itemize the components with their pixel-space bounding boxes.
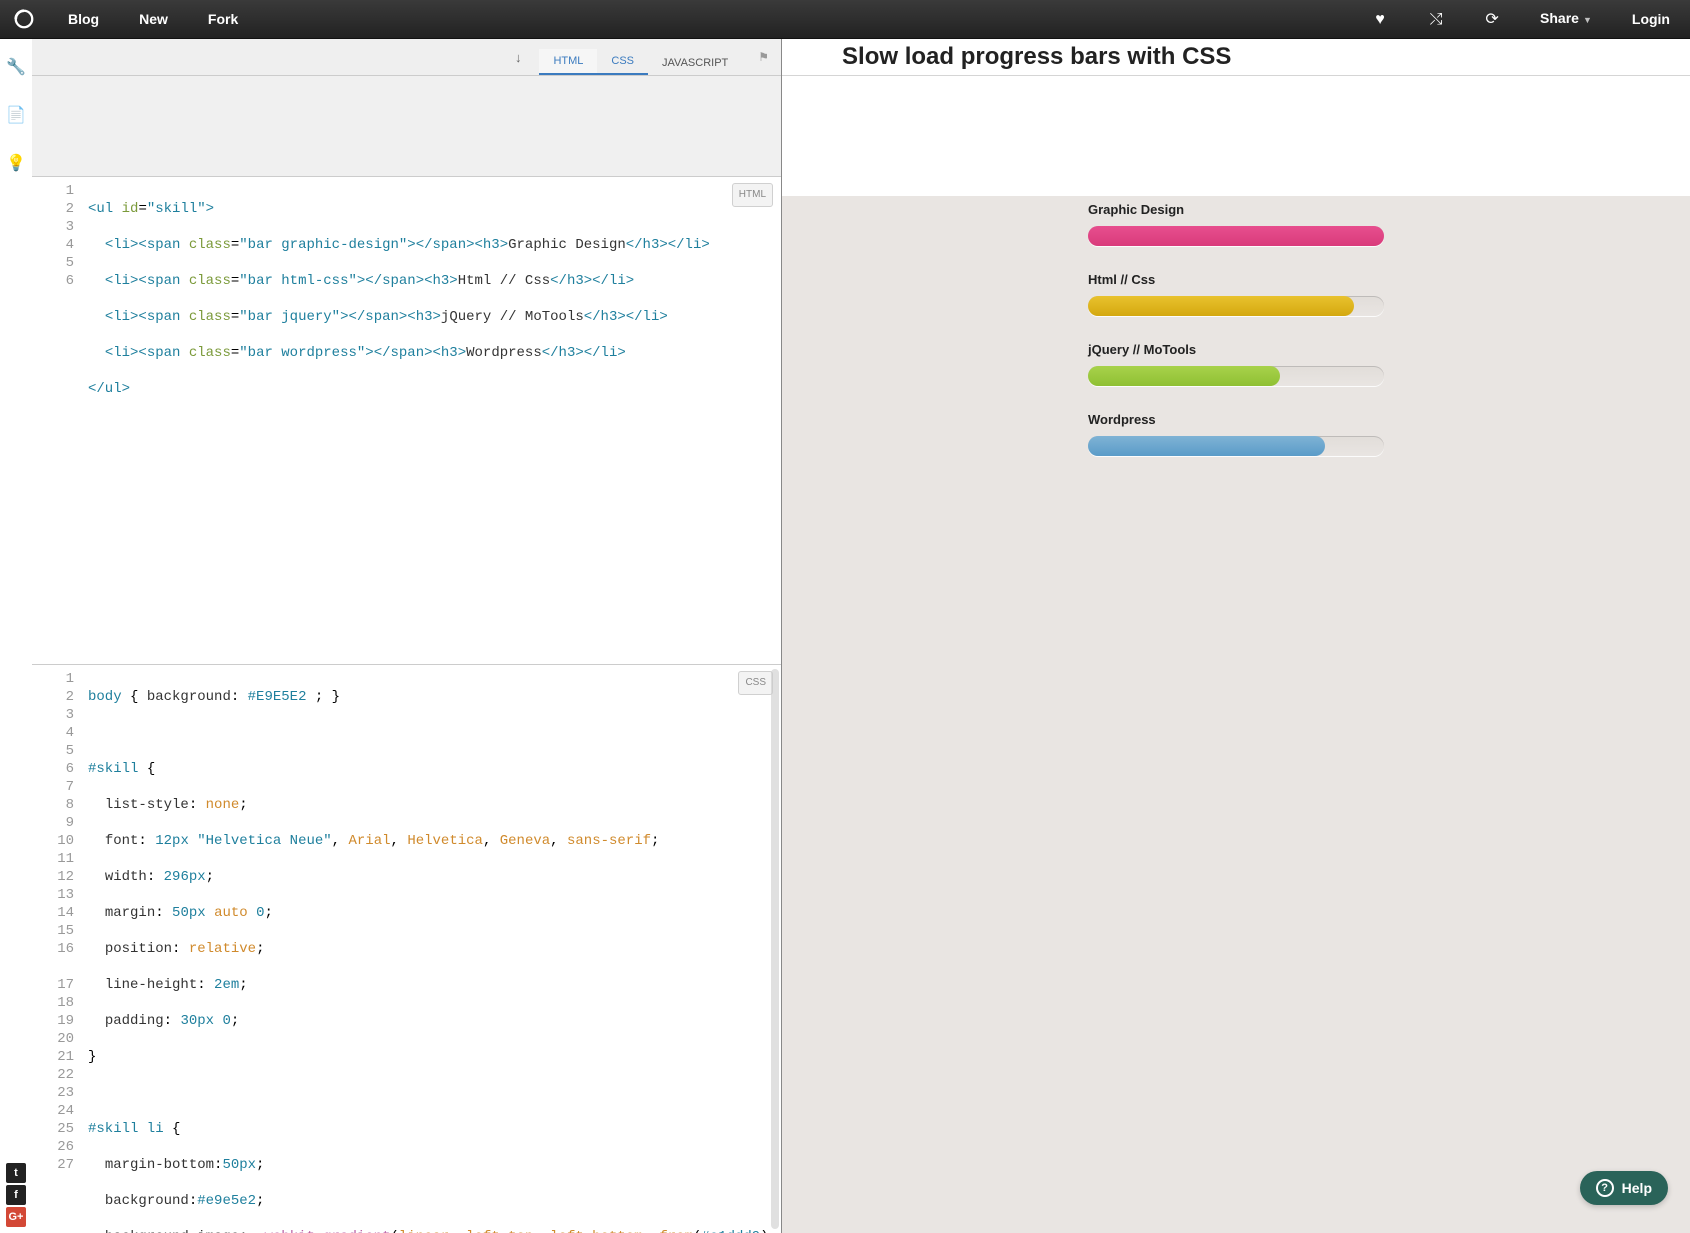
social-share: t f G+ [6, 1163, 26, 1227]
tab-javascript[interactable]: JAVASCRIPT [648, 51, 742, 75]
facebook-icon[interactable]: f [6, 1185, 26, 1205]
progress-bar-html-css [1088, 296, 1354, 316]
nav-left: Blog New Fork [48, 0, 258, 39]
topbar: Blog New Fork ♥ ⤭ ⟳ Share▼ Login [0, 0, 1690, 39]
nav-fork[interactable]: Fork [188, 0, 258, 39]
help-button[interactable]: ? Help [1580, 1171, 1668, 1205]
login-button[interactable]: Login [1612, 0, 1690, 39]
html-code[interactable]: <ul id="skill"> <li><span class="bar gra… [84, 177, 781, 664]
skill-item: Wordpress [1088, 436, 1384, 456]
skill-item: Graphic Design [1088, 226, 1384, 246]
pane-label-css: CSS [738, 671, 773, 695]
tab-html[interactable]: HTML [539, 49, 597, 75]
preview-title: Slow load progress bars with CSS [842, 43, 1231, 71]
wrench-icon[interactable]: 🔧 [6, 57, 26, 77]
twitter-icon[interactable]: t [6, 1163, 26, 1183]
html-editor[interactable]: HTML 123456 <ul id="skill"> <li><span cl… [32, 176, 781, 664]
css-editor[interactable]: CSS 12345678910111213141516 171819202122… [32, 664, 781, 1233]
download-icon[interactable]: ↓ [515, 50, 522, 65]
nav-blog[interactable]: Blog [48, 0, 119, 39]
logo[interactable] [0, 8, 48, 30]
editor-tabs: ↓ HTML CSS JAVASCRIPT ⚑ [32, 39, 781, 76]
skill-label: jQuery // MoTools [1088, 342, 1196, 357]
skill-label: Wordpress [1088, 412, 1156, 427]
flag-icon[interactable]: ⚑ [758, 50, 769, 64]
skill-list: Graphic Design Html // Css jQuery // MoT… [1088, 196, 1384, 536]
skill-label: Html // Css [1088, 272, 1155, 287]
nav-new[interactable]: New [119, 0, 188, 39]
cssdeck-logo-icon [13, 8, 35, 30]
tab-css[interactable]: CSS [597, 49, 648, 75]
document-icon[interactable]: 📄 [6, 105, 26, 125]
css-code[interactable]: body { background: #E9E5E2 ; } #skill { … [84, 665, 781, 1233]
heart-icon[interactable]: ♥ [1352, 0, 1408, 39]
shuffle-icon[interactable]: ⤭ [1408, 0, 1464, 39]
share-button[interactable]: Share▼ [1520, 0, 1612, 40]
progress-bar-wordpress [1088, 436, 1325, 456]
pane-label-html: HTML [732, 183, 773, 207]
chevron-down-icon: ▼ [1583, 15, 1592, 25]
preview-pane: Slow load progress bars with CSS Graphic… [782, 39, 1690, 1233]
lightbulb-icon[interactable]: 💡 [6, 153, 26, 173]
progress-bar-jquery [1088, 366, 1280, 386]
preview-header: Slow load progress bars with CSS [782, 39, 1690, 76]
gplus-icon[interactable]: G+ [6, 1207, 26, 1227]
reload-icon[interactable]: ⟳ [1464, 0, 1520, 39]
help-icon: ? [1596, 1179, 1614, 1197]
help-label: Help [1622, 1180, 1652, 1196]
preview-body: Graphic Design Html // Css jQuery // MoT… [782, 196, 1690, 1233]
html-gutter: 123456 [32, 177, 84, 664]
progress-bar-graphic-design [1088, 226, 1384, 246]
nav-right: ♥ ⤭ ⟳ Share▼ Login [1352, 0, 1690, 40]
scrollbar[interactable] [771, 669, 779, 1229]
css-gutter: 12345678910111213141516 1718192021222324… [32, 665, 84, 1233]
skill-label: Graphic Design [1088, 202, 1184, 217]
skill-item: jQuery // MoTools [1088, 366, 1384, 386]
skill-item: Html // Css [1088, 296, 1384, 316]
sidebar: 🔧 📄 💡 t f G+ [0, 39, 32, 1233]
editor-column: ↓ HTML CSS JAVASCRIPT ⚑ HTML 123456 <ul … [32, 39, 782, 1233]
